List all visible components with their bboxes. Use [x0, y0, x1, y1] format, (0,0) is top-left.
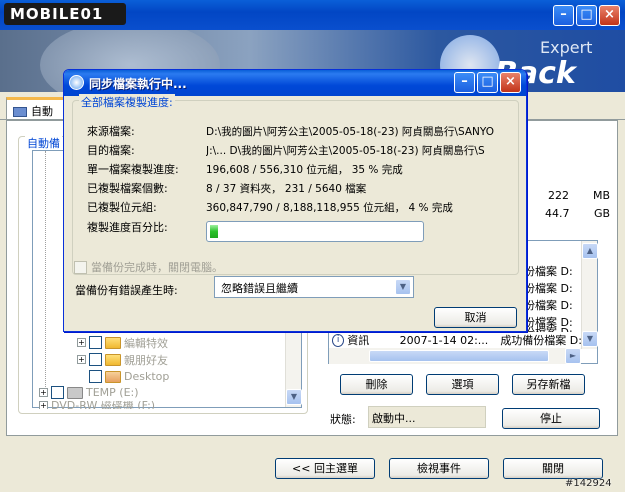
dialog-maximize-button[interactable]: □: [477, 72, 498, 93]
copied-bytes-value: 360,847,790 / 8,188,118,955 位元組， 4 % 完成: [206, 202, 453, 214]
tree-item-label: 親朋好友: [124, 353, 168, 367]
mobile01-watermark-logo: MOBILE01: [4, 3, 126, 25]
log-message: 成功備份檔案 D:: [500, 334, 582, 347]
tree-item-label: DVD-RW 磁碟機 (F:): [51, 401, 156, 409]
maximize-icon: □: [481, 74, 494, 89]
tree-item-label: Desktop: [124, 370, 170, 383]
scroll-down-button[interactable]: ▼: [582, 331, 598, 347]
delete-button[interactable]: 刪除: [340, 374, 413, 395]
info-icon: i: [332, 333, 345, 347]
copy-progress-bar: [206, 221, 424, 242]
error-handling-value: 忽略錯誤且繼續: [221, 282, 298, 295]
dialog-close-button[interactable]: ×: [500, 72, 521, 93]
close-button[interactable]: 關閉: [503, 458, 603, 479]
log-row: 份檔案 D:: [524, 282, 573, 295]
single-file-progress-value: 196,608 / 556,310 位元組， 35 % 完成: [206, 164, 403, 176]
minimize-button[interactable]: –: [553, 5, 574, 26]
main-title-bar: MOBILE01 – □ ×: [0, 0, 625, 30]
scroll-thumb[interactable]: [369, 350, 549, 362]
status-label: 狀態:: [330, 413, 356, 426]
overall-progress-group: 全部檔案複製進度: 來源檔案: D:\我的圖片\阿芳公主\2005-05-18(…: [72, 94, 519, 275]
folder-icon: [105, 353, 121, 366]
tree-item[interactable]: + 編輯特效: [77, 334, 168, 351]
tree-item[interactable]: + DVD-RW 磁碟機 (F:): [39, 401, 155, 409]
save-as-button[interactable]: 另存新檔: [512, 374, 585, 395]
folder-icon: [105, 336, 121, 349]
source-file-label: 來源檔案:: [87, 125, 135, 138]
log-time: 2007-1-14 02:...: [399, 333, 489, 347]
progress-fill: [210, 225, 218, 238]
banner-edition: Expert: [540, 38, 593, 57]
status-value: 啟動中...: [368, 406, 486, 428]
maximize-icon: □: [580, 7, 593, 22]
source-file-value: D:\我的圖片\阿芳公主\2005-05-18(-23) 阿貞關島行\SANYO: [206, 126, 494, 138]
maximize-button[interactable]: □: [576, 5, 597, 26]
log-type: 資訊: [347, 334, 370, 347]
log-row[interactable]: i 資訊 2007-1-14 02:... 成功備份檔案 D:: [332, 332, 582, 348]
scroll-down-button[interactable]: ▼: [286, 389, 302, 405]
log-scrollbar-h[interactable]: ►: [329, 348, 581, 364]
tree-item-label: TEMP (E:): [86, 386, 139, 399]
tree-item[interactable]: + TEMP (E:): [39, 384, 139, 401]
backup-icon: [13, 107, 27, 117]
backup-source-group-label: 自動備: [25, 135, 62, 151]
tab-auto-backup[interactable]: 自動備: [6, 97, 70, 134]
size-value: 222: [548, 189, 569, 202]
scroll-up-button[interactable]: ▲: [582, 243, 598, 259]
minimize-icon: –: [461, 74, 468, 89]
view-events-button[interactable]: 檢視事件: [389, 458, 489, 479]
tree-item-label: 編輯特效: [124, 336, 168, 350]
copied-bytes-label: 已複製位元組:: [87, 201, 157, 214]
size-value: 44.7: [545, 207, 570, 220]
group-title: 全部檔案複製進度:: [79, 94, 175, 110]
close-icon: ×: [604, 7, 615, 22]
dialog-minimize-button[interactable]: –: [454, 72, 475, 93]
dest-file-value: J:\... D\我的圖片\阿芳公主\2005-05-18(-23) 阿貞關島行…: [206, 145, 485, 157]
cancel-button[interactable]: 取消: [434, 307, 517, 328]
tree-checkbox[interactable]: [89, 336, 102, 349]
log-row: 份檔案 D:: [524, 324, 573, 332]
expand-icon[interactable]: +: [39, 401, 48, 409]
shutdown-option[interactable]: 當備份完成時，關閉電腦。: [74, 259, 223, 275]
expand-icon[interactable]: +: [77, 338, 86, 347]
dialog-title: 同步檔案執行中...: [89, 77, 187, 91]
dialog-title-bar: 同步檔案執行中... – □ ×: [64, 70, 526, 96]
app-icon: [69, 75, 84, 90]
size-unit: GB: [594, 207, 611, 220]
back-main-menu-button[interactable]: << 回主選單: [275, 458, 375, 479]
dest-file-label: 目的檔案:: [87, 144, 135, 157]
error-handling-select[interactable]: 忽略錯誤且繼續 ▼: [214, 276, 414, 298]
shutdown-label: 當備份完成時，關閉電腦。: [91, 261, 223, 274]
tree-line: [45, 151, 46, 391]
expand-icon[interactable]: +: [39, 388, 48, 397]
log-scrollbar-v[interactable]: ▲ ▼: [581, 241, 598, 349]
error-handling-label: 當備份有錯誤產生時:: [75, 284, 178, 297]
size-unit: MB: [593, 189, 611, 202]
log-row: 份檔案 D:: [524, 299, 573, 312]
expand-icon[interactable]: +: [77, 355, 86, 364]
tree-checkbox[interactable]: [89, 370, 102, 383]
stop-button[interactable]: 停止: [502, 408, 600, 429]
sync-progress-dialog: 同步檔案執行中... – □ × 全部檔案複製進度: 來源檔案: D:\我的圖片…: [63, 69, 527, 332]
desktop-icon: [105, 370, 121, 383]
tree-item[interactable]: Desktop: [89, 368, 169, 385]
copied-count-value: 8 / 37 資料夾， 231 / 5640 檔案: [206, 183, 367, 195]
close-window-button[interactable]: ×: [599, 5, 620, 26]
copied-count-label: 已複製檔案個數:: [87, 182, 168, 195]
single-file-progress-label: 單一檔案複製進度:: [87, 163, 179, 176]
tree-checkbox[interactable]: [51, 386, 64, 399]
options-button[interactable]: 選項: [426, 374, 499, 395]
tree-checkbox[interactable]: [89, 353, 102, 366]
close-icon: ×: [505, 74, 516, 89]
log-row: 份檔案 D:: [524, 265, 573, 278]
scroll-right-button[interactable]: ►: [565, 348, 581, 364]
shutdown-checkbox[interactable]: [74, 260, 87, 274]
tree-item[interactable]: + 親朋好友: [77, 351, 168, 368]
minimize-icon: –: [560, 7, 567, 22]
drive-icon: [67, 386, 83, 399]
chevron-down-icon[interactable]: ▼: [395, 279, 411, 295]
percent-label: 複製進度百分比:: [87, 221, 168, 234]
watermark-id: #142924: [565, 478, 612, 489]
